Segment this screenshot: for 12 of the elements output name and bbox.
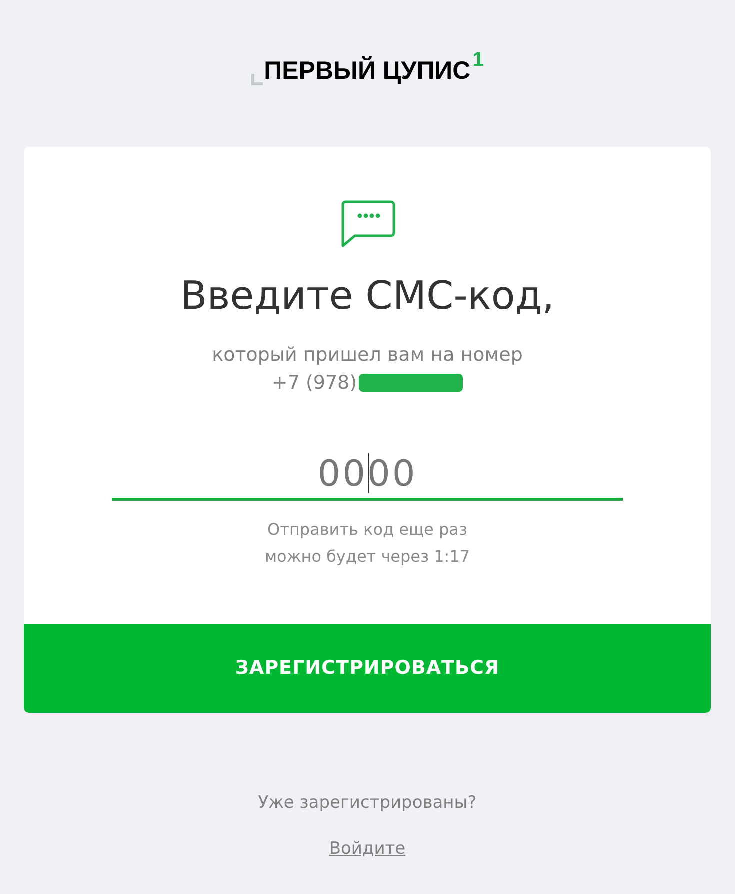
logo-mark: 1	[472, 50, 484, 70]
login-link[interactable]: Войдите	[329, 836, 406, 862]
resend-note: Отправить код еще раз	[268, 519, 468, 541]
phone-number: +7 (978)	[272, 371, 358, 396]
logo-text: ПЕРВЫЙ ЦУПИС	[264, 55, 471, 87]
title: Введите СМС-код,	[180, 273, 555, 321]
chat-bubble-icon	[340, 200, 396, 248]
corner-icon	[251, 74, 264, 86]
login-prompt: Уже зарегистрированы?	[258, 792, 477, 815]
register-button[interactable]: ЗАРЕГИСТРИРОВАТЬСЯ	[24, 624, 711, 713]
subtitle: который пришел вам на номер	[212, 343, 523, 368]
resend-note: можно будет через 1:17	[264, 546, 470, 568]
